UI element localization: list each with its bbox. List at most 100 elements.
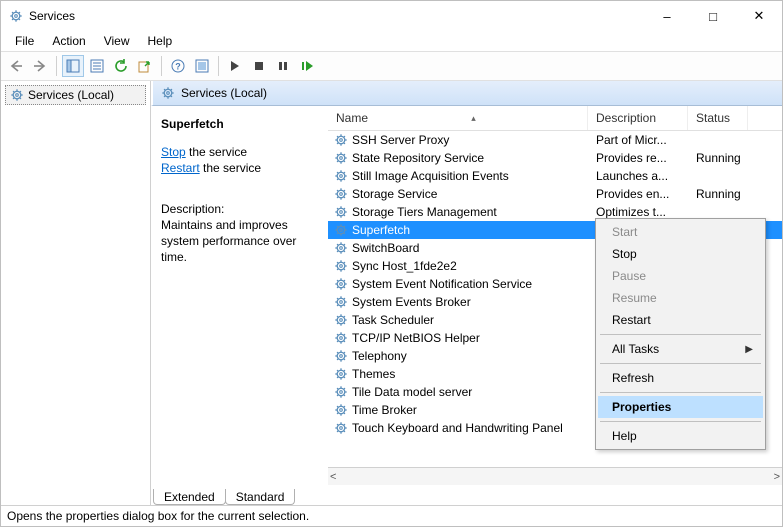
service-row[interactable]: SSH Server Proxy Part of Micr...: [328, 131, 782, 149]
gear-icon: [334, 295, 348, 309]
close-button[interactable]: ✕: [736, 1, 782, 31]
maximize-button[interactable]: □: [690, 1, 736, 31]
column-status[interactable]: Status: [688, 106, 748, 130]
menu-help[interactable]: Help: [140, 33, 181, 49]
column-name[interactable]: Name ▴: [328, 106, 588, 130]
stop-service-link[interactable]: Stop: [161, 145, 186, 159]
toolbar: ?: [1, 51, 782, 81]
svg-text:?: ?: [175, 62, 181, 72]
export-button[interactable]: [134, 55, 156, 77]
services-icon: [9, 9, 23, 23]
status-text: Opens the properties dialog box for the …: [7, 509, 309, 523]
service-row[interactable]: Storage Service Provides en...Running: [328, 185, 782, 203]
scroll-right-icon[interactable]: >: [774, 471, 780, 483]
service-name: Still Image Acquisition Events: [352, 169, 509, 183]
separator: [600, 334, 761, 335]
service-desc: Optimizes t...: [588, 205, 688, 219]
gear-icon: [334, 349, 348, 363]
minimize-button[interactable]: –: [644, 1, 690, 31]
gear-icon: [334, 331, 348, 345]
gear-icon: [334, 421, 348, 435]
stop-service-button[interactable]: [248, 55, 270, 77]
service-name: Task Scheduler: [352, 313, 434, 327]
service-desc: Provides en...: [588, 187, 688, 201]
gear-icon: [334, 403, 348, 417]
ctx-properties[interactable]: Properties: [598, 396, 763, 418]
service-name: Storage Tiers Management: [352, 205, 497, 219]
gear-icon: [334, 313, 348, 327]
gear-icon: [334, 259, 348, 273]
separator: [218, 56, 219, 76]
tree-root-item[interactable]: Services (Local): [5, 85, 146, 105]
view-tabs: Extended Standard: [151, 485, 782, 505]
statusbar: Opens the properties dialog box for the …: [1, 505, 782, 526]
restart-service-link[interactable]: Restart: [161, 161, 200, 175]
service-name: Superfetch: [352, 223, 410, 237]
gear-icon: [334, 151, 348, 165]
description-text: Maintains and improves system performanc…: [161, 217, 320, 266]
separator: [600, 421, 761, 422]
selected-service-name: Superfetch: [161, 116, 320, 132]
separator: [600, 363, 761, 364]
separator: [600, 392, 761, 393]
detail-view-button[interactable]: [62, 55, 84, 77]
tree-root-label: Services (Local): [28, 88, 114, 102]
service-name: Storage Service: [352, 187, 437, 201]
properties-button[interactable]: [86, 55, 108, 77]
service-info-panel: Superfetch Stop the service Restart the …: [153, 106, 328, 485]
service-name: SSH Server Proxy: [352, 133, 449, 147]
separator: [56, 56, 57, 76]
refresh-button[interactable]: [110, 55, 132, 77]
ctx-pause: Pause: [598, 265, 763, 287]
service-name: System Events Broker: [352, 295, 471, 309]
help-button[interactable]: ?: [167, 55, 189, 77]
chevron-right-icon: ▶: [745, 344, 753, 355]
service-name: System Event Notification Service: [352, 277, 532, 291]
service-status: Running: [688, 151, 768, 165]
detail-header-title: Services (Local): [181, 86, 267, 100]
service-desc: Part of Micr...: [588, 133, 688, 147]
column-headers: Name ▴ Description Status: [328, 106, 782, 131]
ctx-stop[interactable]: Stop: [598, 243, 763, 265]
service-name: TCP/IP NetBIOS Helper: [352, 331, 480, 345]
service-name: SwitchBoard: [352, 241, 419, 255]
forward-button[interactable]: [29, 55, 51, 77]
tool-button[interactable]: [191, 55, 213, 77]
gear-icon: [334, 277, 348, 291]
ctx-all-tasks[interactable]: All Tasks▶: [598, 338, 763, 360]
scroll-left-icon[interactable]: <: [330, 471, 336, 483]
back-button[interactable]: [5, 55, 27, 77]
detail-header: Services (Local): [151, 81, 782, 106]
menu-action[interactable]: Action: [44, 33, 93, 49]
stop-suffix: the service: [186, 145, 247, 159]
service-status: Running: [688, 187, 768, 201]
pause-service-button[interactable]: [272, 55, 294, 77]
service-row[interactable]: Still Image Acquisition EventsLaunches a…: [328, 167, 782, 185]
menu-file[interactable]: File: [7, 33, 42, 49]
gear-icon: [161, 86, 175, 100]
titlebar: Services – □ ✕: [1, 1, 782, 31]
horizontal-scrollbar[interactable]: < >: [328, 467, 782, 485]
description-label: Description:: [161, 201, 320, 217]
gear-icon: [334, 223, 348, 237]
tab-extended[interactable]: Extended: [153, 489, 226, 505]
services-window: Services – □ ✕ File Action View Help ?: [0, 0, 783, 527]
gear-icon: [334, 205, 348, 219]
ctx-restart[interactable]: Restart: [598, 309, 763, 331]
ctx-help[interactable]: Help: [598, 425, 763, 447]
ctx-refresh[interactable]: Refresh: [598, 367, 763, 389]
service-name: Time Broker: [352, 403, 417, 417]
restart-service-button[interactable]: [296, 55, 318, 77]
service-row[interactable]: State Repository ServiceProvides re...Ru…: [328, 149, 782, 167]
tree-pane: Services (Local): [1, 81, 151, 505]
tab-standard[interactable]: Standard: [225, 489, 296, 505]
column-description[interactable]: Description: [588, 106, 688, 130]
start-service-button[interactable]: [224, 55, 246, 77]
menubar: File Action View Help: [1, 31, 782, 51]
menu-view[interactable]: View: [96, 33, 138, 49]
detail-pane: Services (Local) Superfetch Stop the ser…: [151, 81, 782, 505]
service-name: Telephony: [352, 349, 407, 363]
service-name: Sync Host_1fde2e2: [352, 259, 457, 273]
service-name: Touch Keyboard and Handwriting Panel: [352, 421, 563, 435]
service-name: Themes: [352, 367, 395, 381]
